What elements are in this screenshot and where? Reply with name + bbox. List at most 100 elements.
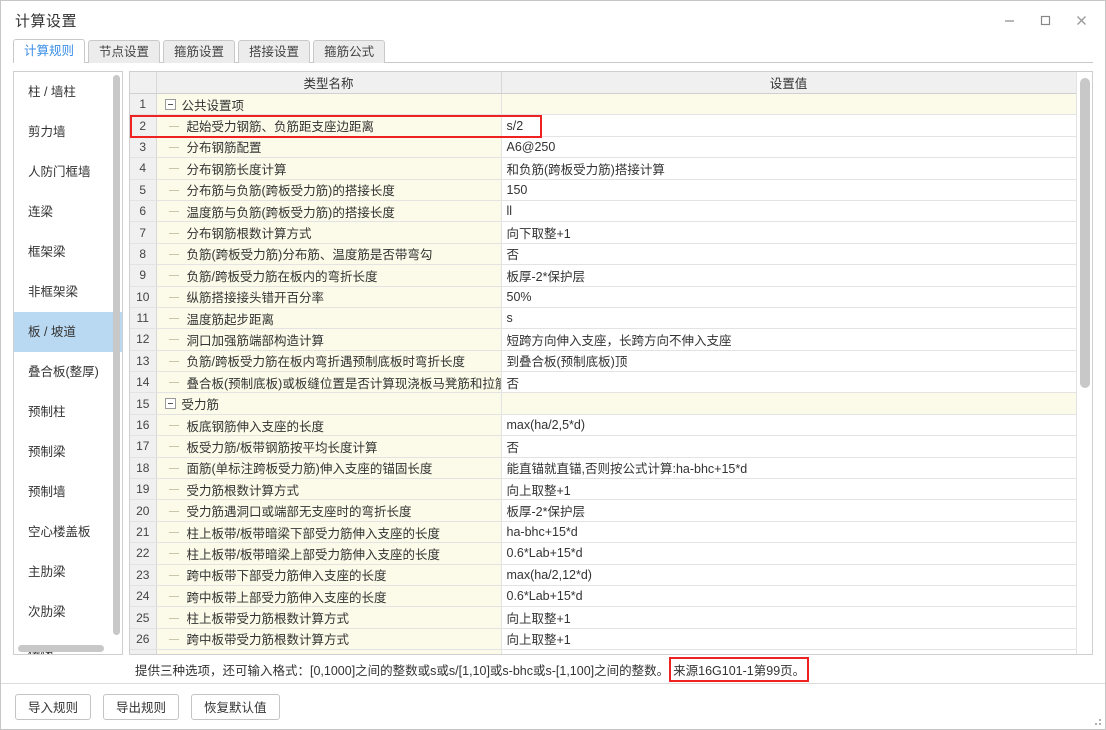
type-name-cell[interactable]: 受力筋: [156, 392, 502, 415]
table-row[interactable]: 4 分布钢筋长度计算 和负筋(跨板受力筋)搭接计算: [130, 157, 1092, 180]
type-name-cell[interactable]: 跨中板带受力筋根数计算方式: [156, 628, 502, 651]
tab-calculation-rules[interactable]: 计算规则: [13, 39, 86, 63]
sidebar-item-3[interactable]: 连梁: [14, 192, 122, 232]
setting-value-cell[interactable]: [501, 392, 1077, 415]
table-row[interactable]: 14 叠合板(预制底板)或板缝位置是否计算现浇板马凳筋和拉筋否: [130, 371, 1092, 394]
table-vertical-scrollbar-track[interactable]: [1076, 72, 1092, 654]
sidebar-vertical-scrollbar[interactable]: [113, 75, 120, 635]
table-row[interactable]: 12 洞口加强筋端部构造计算 短跨方向伸入支座，长跨方向不伸入支座: [130, 328, 1092, 351]
sidebar-item-13[interactable]: 次肋梁: [14, 592, 122, 632]
type-name-cell[interactable]: 分布钢筋配置: [156, 136, 502, 159]
type-name-cell[interactable]: 分布筋与负筋(跨板受力筋)的搭接长度: [156, 179, 502, 201]
type-name-cell[interactable]: 受力筋根数计算方式: [156, 478, 502, 501]
setting-value-cell[interactable]: ha-bhc+15*d: [501, 521, 1077, 544]
type-name-cell[interactable]: 纵筋搭接接头错开百分率: [156, 286, 502, 308]
table-row[interactable]: 2 起始受力钢筋、负筋距支座边距离 s/2: [130, 114, 1092, 137]
column-header-type-name[interactable]: 类型名称: [156, 72, 502, 94]
sidebar-item-0[interactable]: 柱 / 墙柱: [14, 72, 122, 112]
sidebar-item-8[interactable]: 预制柱: [14, 392, 122, 432]
table-row[interactable]: 5 分布筋与负筋(跨板受力筋)的搭接长度 150: [130, 179, 1092, 201]
setting-value-cell[interactable]: 向下取整+1: [501, 221, 1077, 244]
setting-value-cell[interactable]: 向上取整+1: [501, 478, 1077, 501]
type-name-cell[interactable]: 洞口加强筋端部构造计算: [156, 328, 502, 351]
type-name-cell[interactable]: 跨中板带下部受力筋伸入支座的长度: [156, 564, 502, 586]
setting-value-cell[interactable]: max(ha/2,5*d): [501, 414, 1077, 437]
type-name-cell[interactable]: 分布钢筋根数计算方式: [156, 221, 502, 244]
setting-value-cell[interactable]: 否: [501, 371, 1077, 394]
restore-defaults-button[interactable]: 恢复默认值: [191, 693, 280, 720]
type-name-cell[interactable]: 跨中板带上部受力筋伸入支座的长度: [156, 585, 502, 608]
table-row[interactable]: 18 面筋(单标注跨板受力筋)伸入支座的锚固长度 能直锚就直锚,否则按公式计算:ha…: [130, 457, 1092, 480]
minimize-icon[interactable]: [991, 5, 1027, 35]
sidebar-item-12[interactable]: 主肋梁: [14, 552, 122, 592]
type-name-cell[interactable]: 公共设置项: [156, 93, 502, 116]
table-row[interactable]: 13 负筋/跨板受力筋在板内弯折遇预制底板时弯折长度 到叠合板(预制底板)顶: [130, 350, 1092, 373]
column-header-setting-value[interactable]: 设置值: [501, 72, 1077, 94]
resize-grip[interactable]: [1090, 714, 1102, 726]
sidebar-item-10[interactable]: 预制墙: [14, 472, 122, 512]
table-row[interactable]: 22 柱上板带/板带暗梁上部受力筋伸入支座的长度 0.6*Lab+15*d: [130, 542, 1092, 565]
setting-value-cell[interactable]: 否: [501, 435, 1077, 458]
setting-value-cell[interactable]: [501, 93, 1077, 116]
table-row[interactable]: 19 受力筋根数计算方式 向上取整+1: [130, 478, 1092, 501]
table-row[interactable]: 8 负筋(跨板受力筋)分布筋、温度筋是否带弯勾 否: [130, 243, 1092, 266]
type-name-cell[interactable]: 负筋/跨板受力筋在板内的弯折长度: [156, 264, 502, 287]
table-row[interactable]: 24 跨中板带上部受力筋伸入支座的长度 0.6*Lab+15*d: [130, 585, 1092, 608]
table-row[interactable]: 10 纵筋搭接接头错开百分率 50%: [130, 286, 1092, 308]
type-name-cell[interactable]: 柱上板带受力筋根数计算方式: [156, 606, 502, 629]
type-name-cell[interactable]: 柱上板带/板带暗梁下部受力筋伸入支座的长度: [156, 521, 502, 544]
category-list[interactable]: 柱 / 墙柱 剪力墙 人防门框墙 连梁 框架梁 非框架梁板 / 坡道 叠合板(整厚) 预制柱预…: [14, 72, 122, 654]
table-row[interactable]: 25 柱上板带受力筋根数计算方式 向上取整+1: [130, 606, 1092, 629]
sidebar-item-6[interactable]: 板 / 坡道: [14, 312, 122, 352]
setting-value-cell[interactable]: s/2: [501, 114, 1077, 137]
sidebar-item-5[interactable]: 非框架梁: [14, 272, 122, 312]
import-rules-button[interactable]: 导入规则: [15, 693, 92, 720]
tab-stirrup-settings[interactable]: 箍筋设置: [163, 40, 236, 63]
type-name-cell[interactable]: 温度筋起步距离: [156, 307, 502, 330]
setting-value-cell[interactable]: 短跨方向伸入支座，长跨方向不伸入支座: [501, 328, 1077, 351]
setting-value-cell[interactable]: A6@250: [501, 136, 1077, 159]
setting-value-cell[interactable]: 0.6*Lab+15*d: [501, 542, 1077, 565]
table-row[interactable]: 11 温度筋起步距离 s: [130, 307, 1092, 330]
setting-value-cell[interactable]: 向上取整+1: [501, 628, 1077, 651]
table-row[interactable]: 15 受力筋: [130, 392, 1092, 415]
type-name-cell[interactable]: 面筋(单标注跨板受力筋)伸入支座的锚固长度: [156, 457, 502, 480]
setting-value-cell[interactable]: 向上取整+1: [501, 606, 1077, 629]
maximize-icon[interactable]: [1027, 5, 1063, 35]
table-row[interactable]: 23 跨中板带下部受力筋伸入支座的长度 max(ha/2,12*d): [130, 564, 1092, 586]
sidebar-item-9[interactable]: 预制梁: [14, 432, 122, 472]
setting-value-cell[interactable]: ll: [501, 200, 1077, 223]
table-row[interactable]: 9 负筋/跨板受力筋在板内的弯折长度 板厚-2*保护层: [130, 264, 1092, 287]
type-name-cell[interactable]: 板受力筋/板带钢筋按平均长度计算: [156, 435, 502, 458]
setting-value-cell[interactable]: 到叠合板(预制底板)顶: [501, 350, 1077, 373]
type-name-cell[interactable]: 柱上板带/板带暗梁上部受力筋伸入支座的长度: [156, 542, 502, 565]
setting-value-cell[interactable]: 板厚-2*保护层: [501, 499, 1077, 522]
table-row[interactable]: 21 柱上板带/板带暗梁下部受力筋伸入支座的长度 ha-bhc+15*d: [130, 521, 1092, 544]
sidebar-item-11[interactable]: 空心楼盖板: [14, 512, 122, 552]
collapse-minus-icon[interactable]: [164, 398, 176, 410]
sidebar-item-7[interactable]: 叠合板(整厚): [14, 352, 122, 392]
tab-stirrup-formula[interactable]: 箍筋公式: [313, 40, 386, 63]
collapse-minus-icon[interactable]: [164, 98, 176, 110]
setting-value-cell[interactable]: 否: [501, 243, 1077, 266]
type-name-cell[interactable]: 负筋/跨板受力筋在板内弯折遇预制底板时弯折长度: [156, 350, 502, 373]
type-name-cell[interactable]: 负筋(跨板受力筋)分布筋、温度筋是否带弯勾: [156, 243, 502, 266]
table-row[interactable]: 17 板受力筋/板带钢筋按平均长度计算 否: [130, 435, 1092, 458]
type-name-cell[interactable]: 起始受力钢筋、负筋距支座边距离: [156, 114, 502, 137]
sidebar-horizontal-scrollbar[interactable]: [18, 645, 104, 652]
sidebar-item-1[interactable]: 剪力墙: [14, 112, 122, 152]
tab-lap-settings[interactable]: 搭接设置: [238, 40, 311, 63]
table-row[interactable]: 1 公共设置项: [130, 93, 1092, 116]
setting-value-cell[interactable]: 0.6*Lab+15*d: [501, 585, 1077, 608]
sidebar-item-2[interactable]: 人防门框墙: [14, 152, 122, 192]
setting-value-cell[interactable]: 能直锚就直锚,否则按公式计算:ha-bhc+15*d: [501, 457, 1077, 480]
close-icon[interactable]: [1063, 5, 1099, 35]
table-vertical-scrollbar-thumb[interactable]: [1080, 78, 1090, 388]
sidebar-item-4[interactable]: 框架梁: [14, 232, 122, 272]
type-name-cell[interactable]: 温度筋与负筋(跨板受力筋)的搭接长度: [156, 200, 502, 223]
type-name-cell[interactable]: 叠合板(预制底板)或板缝位置是否计算现浇板马凳筋和拉筋: [156, 371, 502, 394]
setting-value-cell[interactable]: 板厚-2*保护层: [501, 264, 1077, 287]
setting-value-cell[interactable]: s: [501, 307, 1077, 330]
setting-value-cell[interactable]: max(ha/2,12*d): [501, 564, 1077, 586]
setting-value-cell[interactable]: 和负筋(跨板受力筋)搭接计算: [501, 157, 1077, 180]
